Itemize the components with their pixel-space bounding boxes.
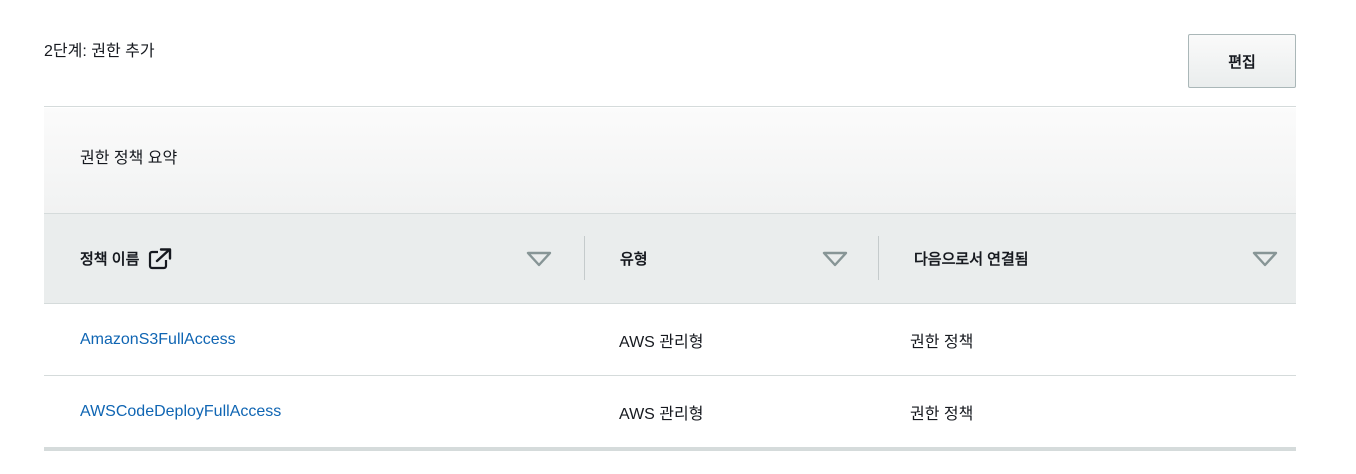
policy-name-cell: AWSCodeDeployFullAccess <box>44 403 584 421</box>
column-header-type[interactable]: 유형 <box>584 214 878 303</box>
attached-as-cell: 권한 정책 <box>910 405 974 423</box>
column-header-policy-name[interactable]: 정책 이름 <box>44 214 584 303</box>
table-header: 정책 이름 유형 다음으로서 연결됨 <box>44 214 1296 304</box>
permissions-review-page: 2단계: 권한 추가 편집 권한 정책 요약 정책 이름 유형 다음으로서 연결… <box>0 0 1356 474</box>
column-divider <box>878 236 879 280</box>
summary-title: 권한 정책 요약 <box>80 150 178 167</box>
attached-as-cell: 권한 정책 <box>910 333 974 351</box>
policy-name-link[interactable]: AWSCodeDeployFullAccess <box>80 403 281 420</box>
table-row: AWSCodeDeployFullAccess AWS 관리형 권한 정책 <box>44 376 1296 451</box>
external-link-icon[interactable] <box>148 247 172 270</box>
summary-header: 권한 정책 요약 <box>44 108 1296 214</box>
column-header-label: 정책 이름 <box>80 251 140 268</box>
step-header: 2단계: 권한 추가 편집 <box>44 0 1296 107</box>
policy-name-link[interactable]: AmazonS3FullAccess <box>80 331 236 348</box>
policy-type-cell: AWS 관리형 <box>619 333 704 351</box>
policy-name-cell: AmazonS3FullAccess <box>44 331 584 349</box>
sort-down-triangle-icon[interactable] <box>526 251 552 267</box>
edit-button[interactable]: 편집 <box>1188 34 1296 88</box>
table-row: AmazonS3FullAccess AWS 관리형 권한 정책 <box>44 304 1296 376</box>
column-header-label: 유형 <box>620 251 648 268</box>
column-header-attached-as[interactable]: 다음으로서 연결됨 <box>878 214 1296 303</box>
column-divider <box>584 236 585 280</box>
sort-down-triangle-icon[interactable] <box>822 251 848 267</box>
sort-down-triangle-icon[interactable] <box>1252 251 1278 267</box>
policy-type-cell: AWS 관리형 <box>619 405 704 423</box>
permissions-policy-summary: 권한 정책 요약 정책 이름 유형 다음으로서 연결됨 AmazonS3Full… <box>44 108 1296 451</box>
step-title: 2단계: 권한 추가 <box>44 43 155 60</box>
column-header-label: 다음으로서 연결됨 <box>914 251 1029 268</box>
